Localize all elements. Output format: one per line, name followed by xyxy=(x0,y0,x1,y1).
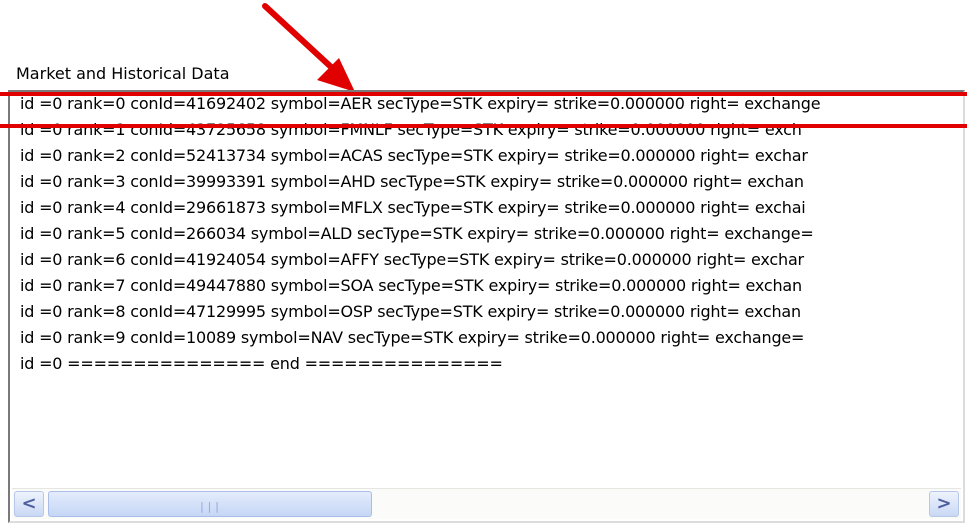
market-data-listbox[interactable]: id =0 rank=0 conId=41692402 symbol=AER s… xyxy=(8,90,965,523)
red-arrow-annotation-icon xyxy=(262,3,355,92)
list-item[interactable]: id =0 rank=3 conId=39993391 symbol=AHD s… xyxy=(20,172,804,191)
scrollbar-thumb[interactable]: ||| xyxy=(48,491,372,517)
list-item[interactable]: id =0 rank=2 conId=52413734 symbol=ACAS … xyxy=(20,146,808,165)
list-item[interactable]: id =0 rank=8 conId=47129995 symbol=OSP s… xyxy=(20,302,801,321)
market-data-lines: id =0 rank=0 conId=41692402 symbol=AER s… xyxy=(10,92,963,487)
scroll-right-button[interactable]: > xyxy=(929,491,959,517)
list-item[interactable]: id =0 rank=9 conId=10089 symbol=NAV secT… xyxy=(20,328,804,347)
list-item[interactable]: id =0 rank=6 conId=41924054 symbol=AFFY … xyxy=(20,250,804,269)
scroll-left-button[interactable]: < xyxy=(14,491,44,517)
list-item[interactable]: id =0 =============== end ==============… xyxy=(20,354,503,373)
list-item[interactable]: id =0 rank=4 conId=29661873 symbol=MFLX … xyxy=(20,198,806,217)
list-item[interactable]: id =0 rank=5 conId=266034 symbol=ALD sec… xyxy=(20,224,814,243)
list-item[interactable]: id =0 rank=0 conId=41692402 symbol=AER s… xyxy=(20,94,821,113)
scrollbar-grip-icon: ||| xyxy=(198,500,222,513)
list-item[interactable]: id =0 rank=7 conId=49447880 symbol=SOA s… xyxy=(20,276,802,295)
horizontal-scrollbar[interactable]: < ||| > xyxy=(12,488,961,519)
list-item[interactable]: id =0 rank=1 conId=43725658 symbol=FMNLF… xyxy=(20,120,802,139)
market-data-panel-title: Market and Historical Data xyxy=(14,64,232,83)
